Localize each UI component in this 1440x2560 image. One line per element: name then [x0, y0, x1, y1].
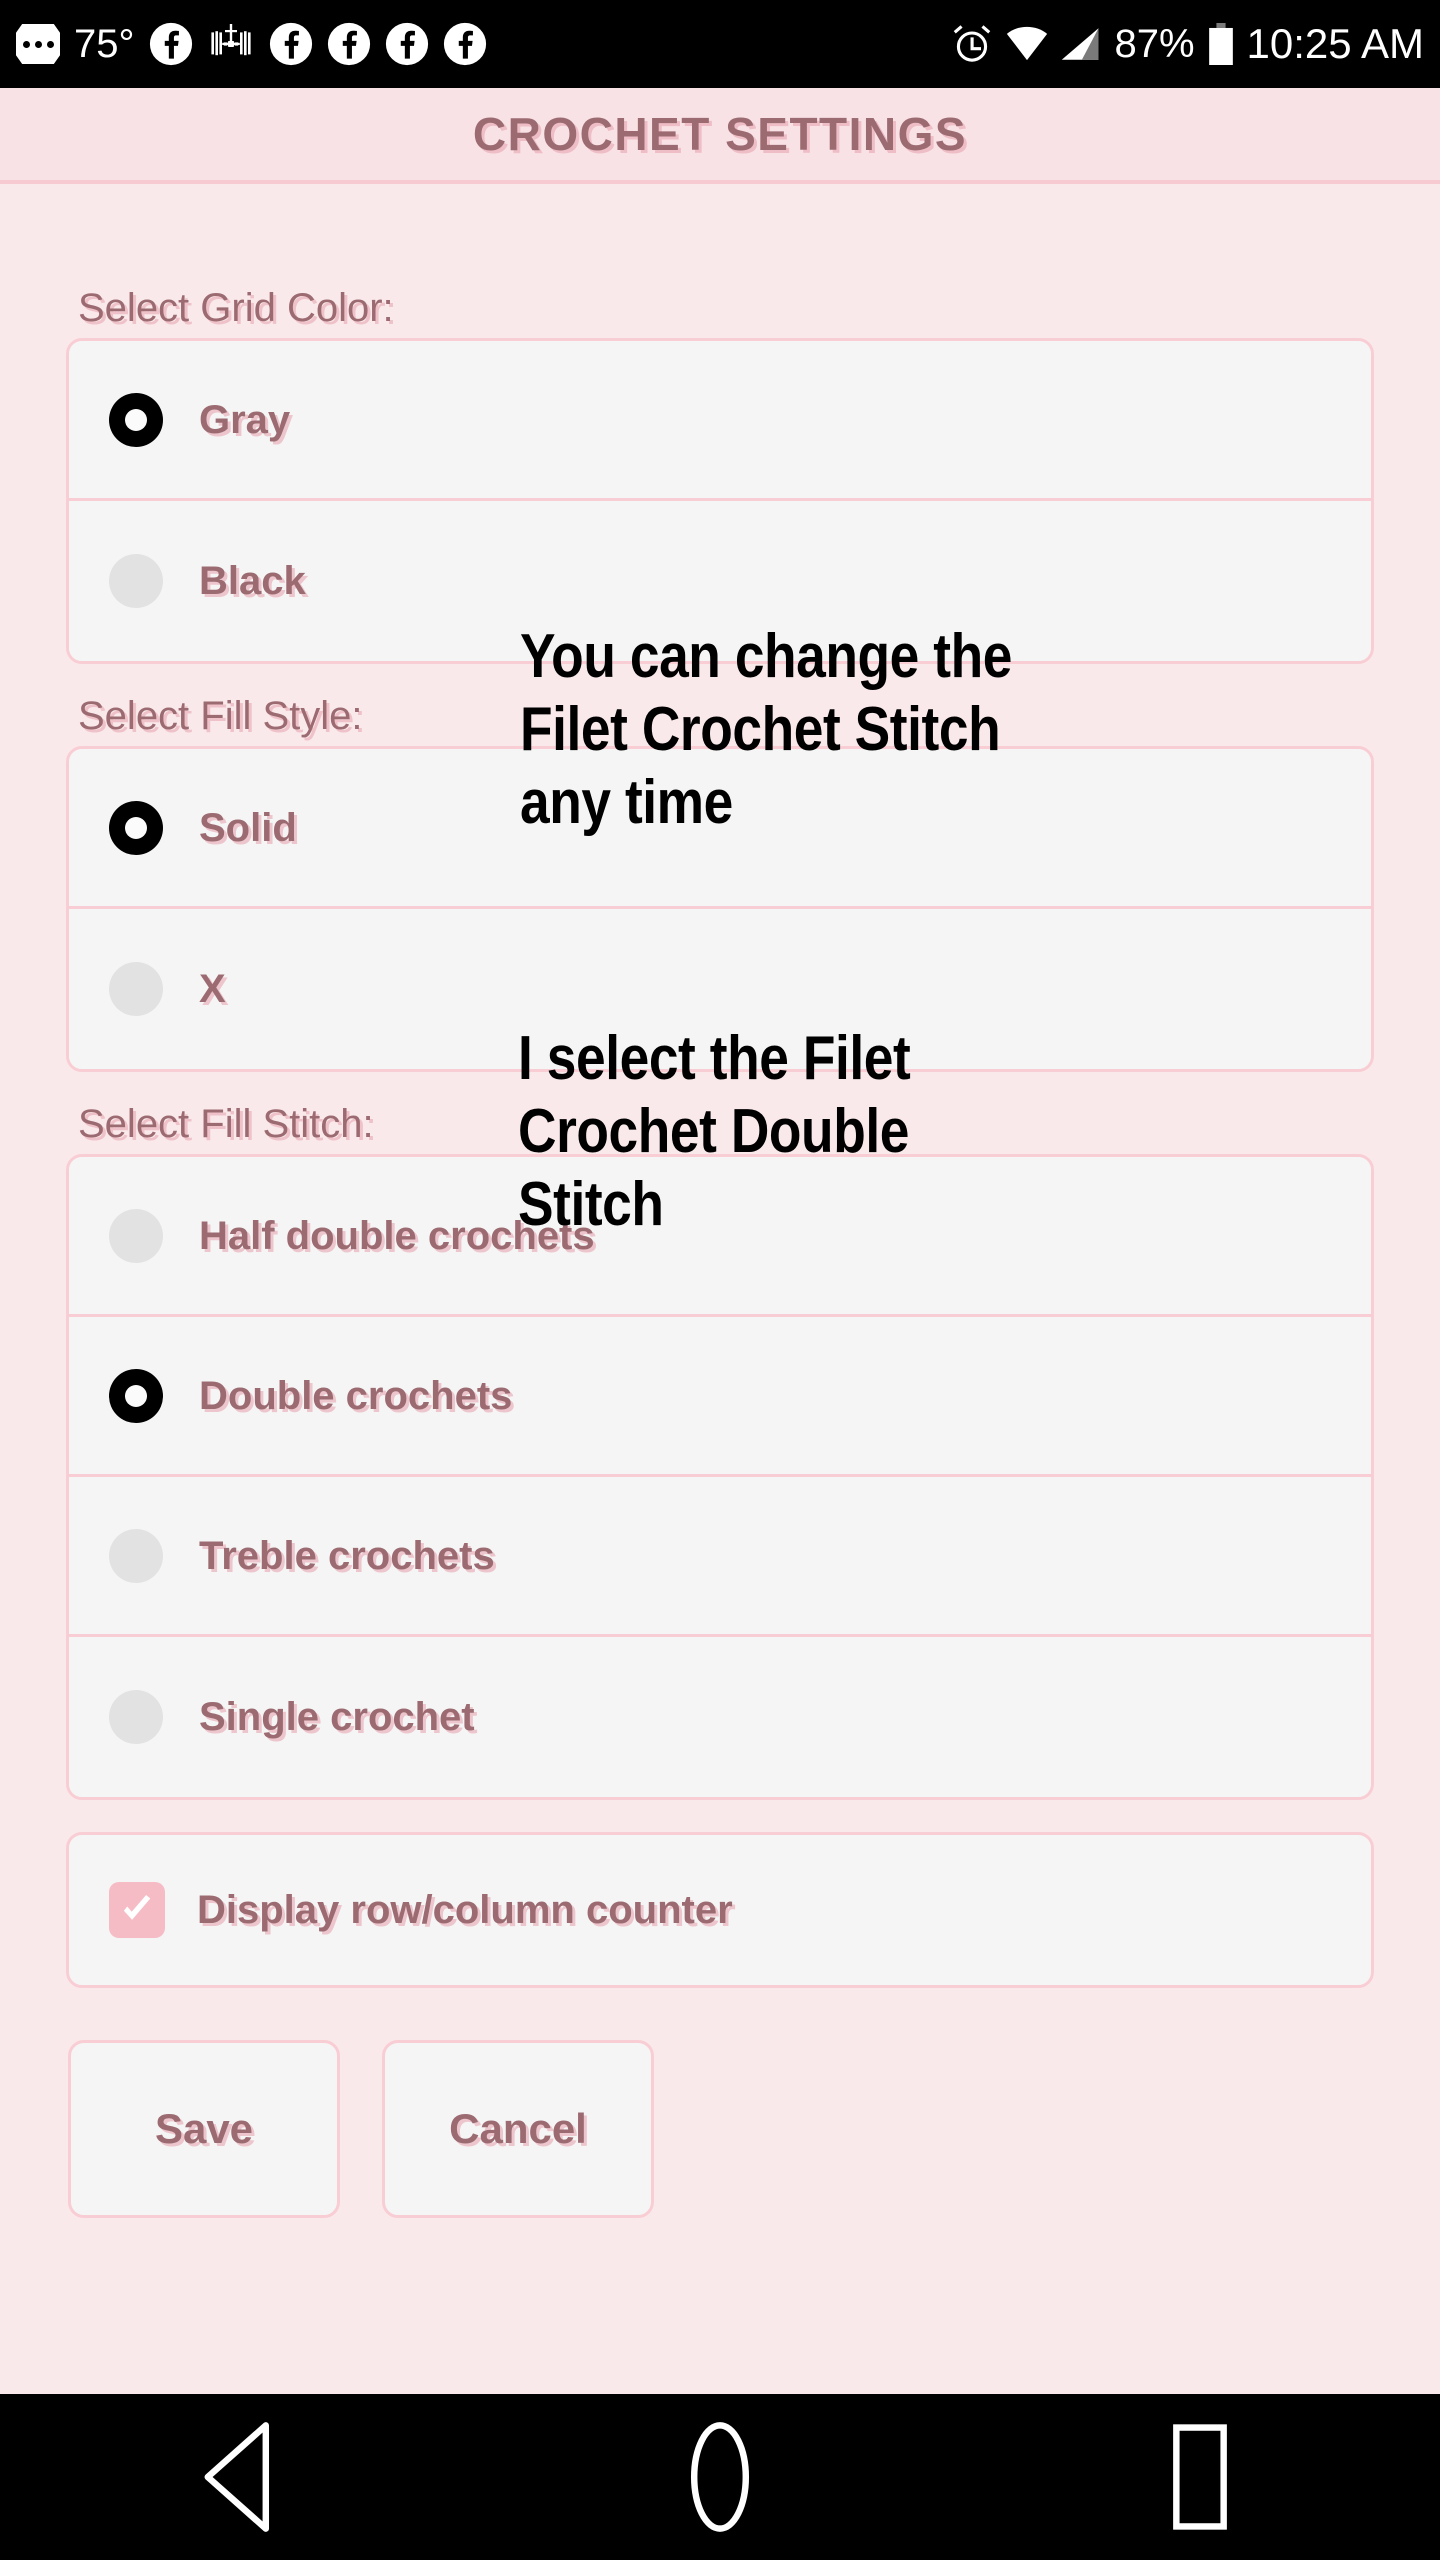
- action-button-row: Save Cancel: [66, 2040, 1374, 2218]
- fill-stitch-card: Half double crochets Double crochets Tre…: [66, 1154, 1374, 1800]
- cellular-signal-icon: [1062, 28, 1099, 60]
- nav-home-button[interactable]: [630, 2417, 810, 2537]
- facebook-icon: [443, 22, 486, 66]
- app-header: CROCHET SETTINGS: [0, 88, 1440, 184]
- clock-time: 10:25 AM: [1246, 20, 1424, 67]
- counter-checkbox-card: Display row/column counter: [66, 1832, 1374, 1988]
- facebook-icon: [269, 22, 312, 66]
- radio-label-solid: Solid: [199, 805, 297, 850]
- phone-screen: 75° 87% 10:25 AM CROCHET SETTINGS Select…: [0, 0, 1440, 2560]
- page-title: CROCHET SETTINGS: [472, 108, 968, 160]
- save-button[interactable]: Save: [68, 2040, 340, 2218]
- radio-label-black: Black: [199, 559, 306, 603]
- checkbox-checked-icon[interactable]: [109, 1882, 165, 1938]
- radio-single-crochet-icon[interactable]: [109, 1690, 163, 1744]
- radio-label-treble-crochets: Treble crochets: [199, 1533, 495, 1578]
- wifi-icon: [1007, 26, 1048, 61]
- back-triangle-icon: [204, 2422, 270, 2532]
- radio-row-half-double-crochets[interactable]: Half double crochets: [69, 1157, 1371, 1317]
- radio-label-x: X: [199, 967, 226, 1011]
- radio-solid-icon[interactable]: [109, 800, 163, 855]
- radio-gray-icon[interactable]: [109, 392, 163, 447]
- radio-x-icon[interactable]: [109, 962, 163, 1016]
- radio-label-single-crochet: Single crochet: [199, 1695, 475, 1739]
- more-dots-badge-icon: [16, 24, 60, 64]
- space-station-icon: [210, 24, 251, 56]
- radio-treble-crochets-icon[interactable]: [109, 1528, 163, 1583]
- radio-label-half-double-crochets: Half double crochets: [199, 1213, 595, 1258]
- fill-style-label: Select Fill Style:: [78, 694, 363, 738]
- radio-label-double-crochets: Double crochets: [199, 1373, 513, 1418]
- checkbox-row-display-counter[interactable]: Display row/column counter: [69, 1835, 1371, 1985]
- battery-icon: [1208, 23, 1233, 65]
- radio-half-double-crochets-icon[interactable]: [109, 1208, 163, 1263]
- fill-style-card: Solid X: [66, 746, 1374, 1072]
- radio-row-black[interactable]: Black: [69, 501, 1371, 661]
- grid-color-card: Gray Black: [66, 338, 1374, 664]
- radio-label-gray: Gray: [199, 397, 291, 442]
- checkbox-label-display-counter: Display row/column counter: [197, 1888, 733, 1932]
- facebook-icon: [149, 22, 192, 66]
- radio-row-single-crochet[interactable]: Single crochet: [69, 1637, 1371, 1797]
- android-navigation-bar: [0, 2394, 1440, 2560]
- recents-square-icon: [1173, 2424, 1227, 2530]
- cancel-button[interactable]: Cancel: [382, 2040, 654, 2218]
- radio-row-solid[interactable]: Solid: [69, 749, 1371, 909]
- alarm-clock-icon: [954, 25, 991, 62]
- settings-content: Select Grid Color: Gray Black Select Fil…: [0, 188, 1440, 2394]
- radio-row-double-crochets[interactable]: Double crochets: [69, 1317, 1371, 1477]
- status-bar-left-group: 75°: [16, 22, 950, 67]
- status-bar-right-group: 87% 10:25 AM: [950, 20, 1424, 68]
- radio-black-icon[interactable]: [109, 554, 163, 608]
- battery-percentage: 87%: [1114, 21, 1195, 66]
- radio-row-gray[interactable]: Gray: [69, 341, 1371, 501]
- weather-temperature: 75°: [74, 21, 135, 66]
- facebook-icon: [327, 22, 370, 66]
- home-circle-icon: [690, 2422, 750, 2532]
- nav-recents-button[interactable]: [1110, 2417, 1290, 2537]
- grid-color-label: Select Grid Color:: [78, 286, 394, 330]
- fill-stitch-label: Select Fill Stitch:: [78, 1102, 374, 1146]
- status-bar: 75° 87% 10:25 AM: [0, 0, 1440, 88]
- radio-row-x[interactable]: X: [69, 909, 1371, 1069]
- facebook-icon: [385, 22, 428, 66]
- nav-back-button[interactable]: [150, 2417, 330, 2537]
- radio-row-treble-crochets[interactable]: Treble crochets: [69, 1477, 1371, 1637]
- radio-double-crochets-icon[interactable]: [109, 1368, 163, 1423]
